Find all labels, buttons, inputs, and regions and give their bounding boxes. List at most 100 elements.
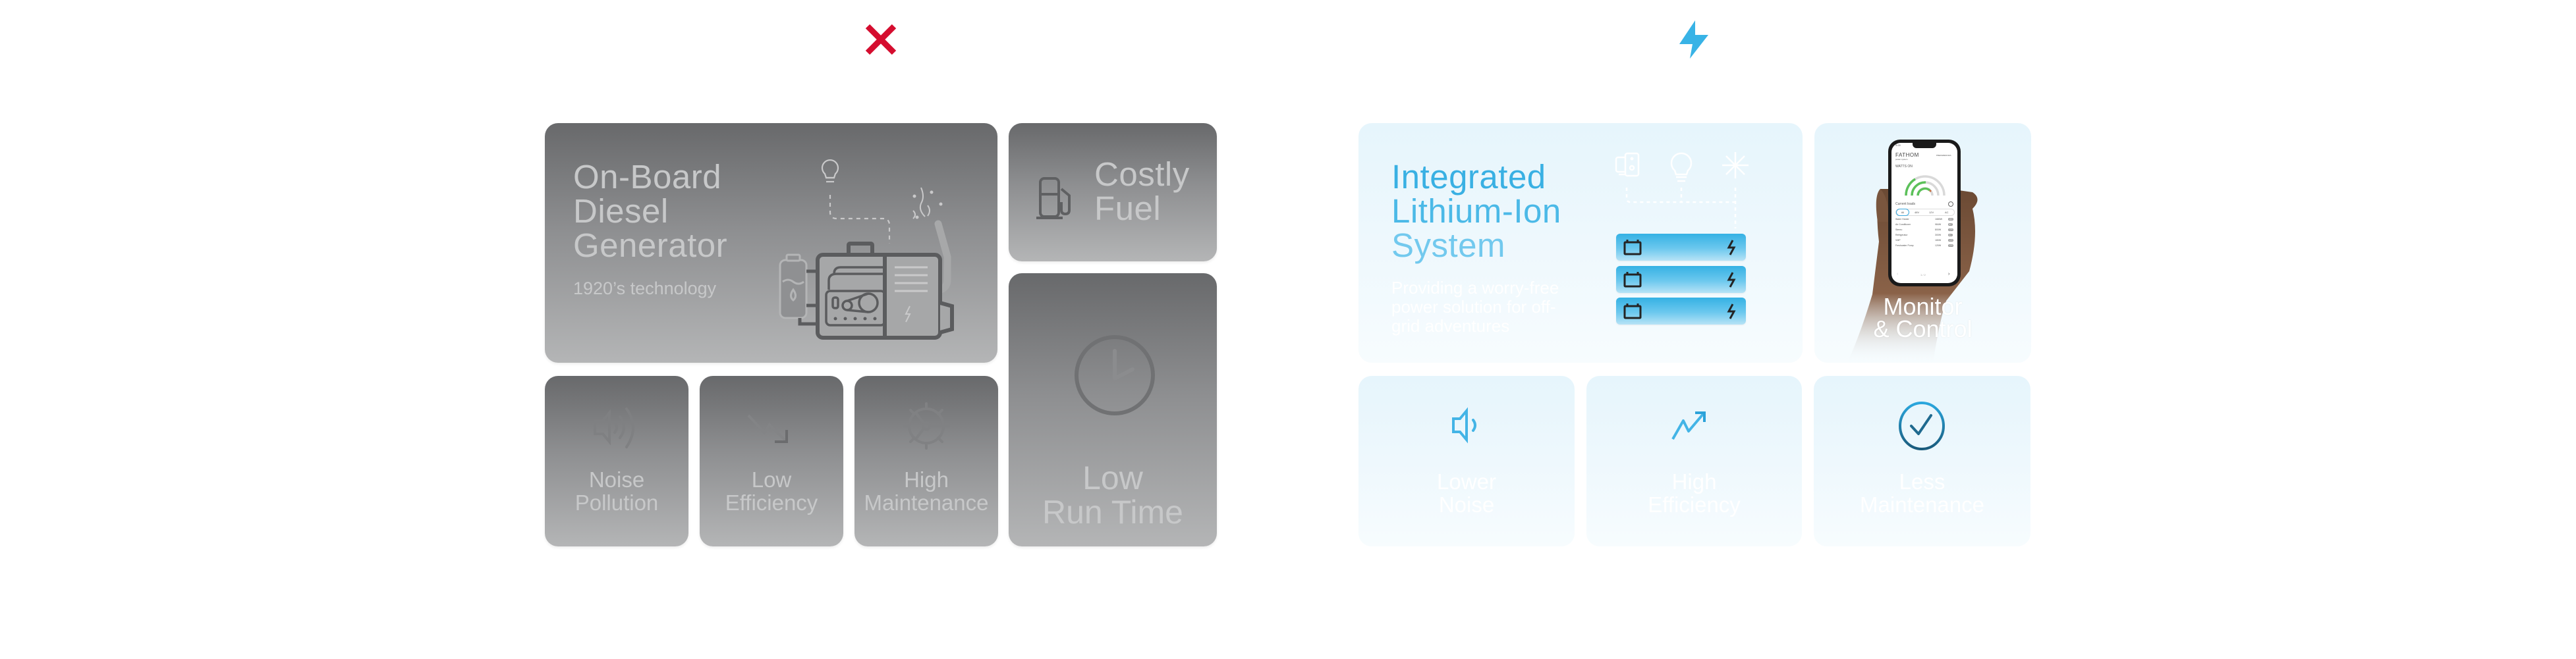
dashed-wiring (1625, 188, 1737, 228)
high-maintenance-label: High Maintenance (854, 468, 998, 514)
label-line: Costly (1094, 155, 1190, 193)
fuel-tank (779, 253, 808, 319)
clock-icon (1075, 335, 1155, 415)
title-line: Diesel (573, 192, 669, 230)
label-line: Efficiency (1648, 492, 1741, 517)
app-brand-sub: power system (1895, 158, 1908, 161)
label-line: Fuel (1094, 190, 1162, 227)
lightning-bolt-icon (1679, 20, 1708, 59)
watts-on-heading: WATTS ON (1895, 165, 1913, 169)
monitor-control-card: 9:00 FATHOM power system PREFERENCES WAT… (1814, 123, 2031, 363)
load-row[interactable]: Air Conditioner 984W AC (1895, 223, 1955, 228)
label-line: Maintenance (1860, 492, 1984, 517)
low-efficiency-label: Low Efficiency (700, 468, 843, 514)
load-row[interactable]: VMP 180W 12V (1895, 239, 1955, 244)
battery-icon (1623, 303, 1642, 319)
lightbulb-icon (1670, 152, 1693, 182)
label-line: Efficiency (725, 490, 818, 515)
watts-gauge (1905, 175, 1946, 196)
diesel-subtitle: 1920’s technology (573, 278, 717, 298)
label-line: Lower (1437, 469, 1496, 494)
title-line: Integrated (1391, 158, 1546, 196)
loads-list: Water Heater 1680W 48V Air Conditioner 984W… (1895, 218, 1955, 250)
snowflake-icon (1722, 152, 1749, 178)
label-line: Low (751, 467, 792, 492)
charge-icon (1727, 303, 1736, 319)
voltage-tabs: All 48V 12V AC (1895, 209, 1955, 216)
less-maintenance-label: Less Maintenance (1814, 470, 2030, 516)
load-icons-diagram (1615, 152, 1749, 228)
high-maintenance-card: High Maintenance (854, 376, 998, 546)
load-row[interactable]: Refrigerator 300W AC (1895, 234, 1955, 239)
load-row[interactable]: Stereo 800W 12V (1895, 228, 1955, 234)
diesel-generator-illustration (779, 159, 954, 340)
battery-icon (1623, 272, 1642, 288)
trend-down-icon (747, 414, 788, 443)
gear-icon (903, 402, 950, 450)
label-line: Monitor (1883, 293, 1963, 320)
tab-12v[interactable]: 12V (1929, 209, 1934, 215)
devices-icon (1615, 152, 1640, 177)
less-maintenance-card: Less Maintenance (1814, 376, 2030, 546)
title-line: Lithium-Ion (1391, 192, 1561, 230)
trend-up-icon (1671, 411, 1706, 440)
current-loads-label: Current loads (1895, 202, 1916, 206)
costly-fuel-label: Costly Fuel (1094, 157, 1190, 226)
battery-icon (1623, 240, 1642, 255)
title-line: On-Board (573, 158, 722, 196)
phone-notch (1913, 143, 1936, 148)
load-row[interactable]: Freshwater Pump 120W 12V (1895, 244, 1955, 250)
label-line: Run Time (1042, 494, 1183, 531)
label-line: High (1671, 469, 1717, 494)
label-line: Pollution (574, 490, 659, 515)
tab-ac[interactable]: AC (1945, 209, 1949, 215)
title-line: Generator (573, 226, 728, 264)
dashed-wire (829, 195, 891, 244)
low-efficiency-card: Low Efficiency (700, 376, 843, 546)
phone-screen: 9:00 FATHOM power system PREFERENCES WAT… (1891, 143, 1957, 283)
tab-48v[interactable]: 48V (1915, 209, 1919, 215)
x-mark-icon (865, 24, 897, 55)
title-line: System (1391, 226, 1506, 264)
lightbulb-icon (821, 159, 839, 183)
lithium-subtitle: Providing a worry-free power solution fo… (1391, 278, 1559, 336)
lower-noise-label: Lower Noise (1358, 470, 1575, 516)
low-run-time-label: Low Run Time (1009, 461, 1217, 529)
costly-fuel-card: Costly Fuel (1009, 123, 1217, 261)
prev-page-icon[interactable]: ‹ (1897, 272, 1898, 277)
diesel-generator-card: On-Board Diesel Generator 1920’s technol… (545, 123, 997, 363)
charge-icon (1727, 272, 1736, 288)
charge-icon (1727, 240, 1736, 255)
info-icon[interactable] (1948, 201, 1953, 207)
label-line: High (904, 467, 949, 492)
label-line: Less (1899, 469, 1946, 494)
low-run-time-card: Low Run Time (1009, 273, 1217, 546)
battery-glyphs (1623, 240, 1736, 319)
check-circle-icon (1899, 402, 1945, 450)
label-line: & Control (1873, 315, 1973, 342)
next-page-icon[interactable]: › (1948, 272, 1949, 277)
noise-pollution-card: Noise Pollution (545, 376, 688, 546)
loud-speaker-icon (594, 408, 634, 448)
phone: 9:00 FATHOM power system PREFERENCES WAT… (1888, 140, 1961, 286)
load-row[interactable]: Water Heater 1680W 48V (1895, 218, 1955, 223)
label-line: Noise (588, 467, 645, 492)
noise-pollution-label: Noise Pollution (545, 468, 688, 514)
label-line: Low (1082, 460, 1143, 496)
smoke-icon (912, 187, 943, 219)
preferences-link[interactable]: PREFERENCES (1936, 154, 1951, 157)
quiet-speaker-icon (1452, 407, 1476, 444)
lithium-title: Integrated Lithium-Ion System (1391, 160, 1561, 263)
label-line: Maintenance (864, 490, 989, 515)
lower-noise-card: Lower Noise (1358, 376, 1575, 546)
monitor-control-label: Monitor & Control (1814, 293, 2031, 342)
label-line: Noise (1438, 492, 1495, 517)
tab-all[interactable]: All (1896, 209, 1909, 216)
fuel-pump-icon (1036, 177, 1071, 219)
status-time: 9:00 (1895, 144, 1901, 147)
high-efficiency-label: High Efficiency (1586, 470, 1802, 516)
pagination: 1 / 2 (1920, 273, 1926, 277)
app-brand: FATHOM (1895, 152, 1919, 158)
diesel-title: On-Board Diesel Generator (573, 160, 727, 263)
high-efficiency-card: High Efficiency (1586, 376, 1802, 546)
